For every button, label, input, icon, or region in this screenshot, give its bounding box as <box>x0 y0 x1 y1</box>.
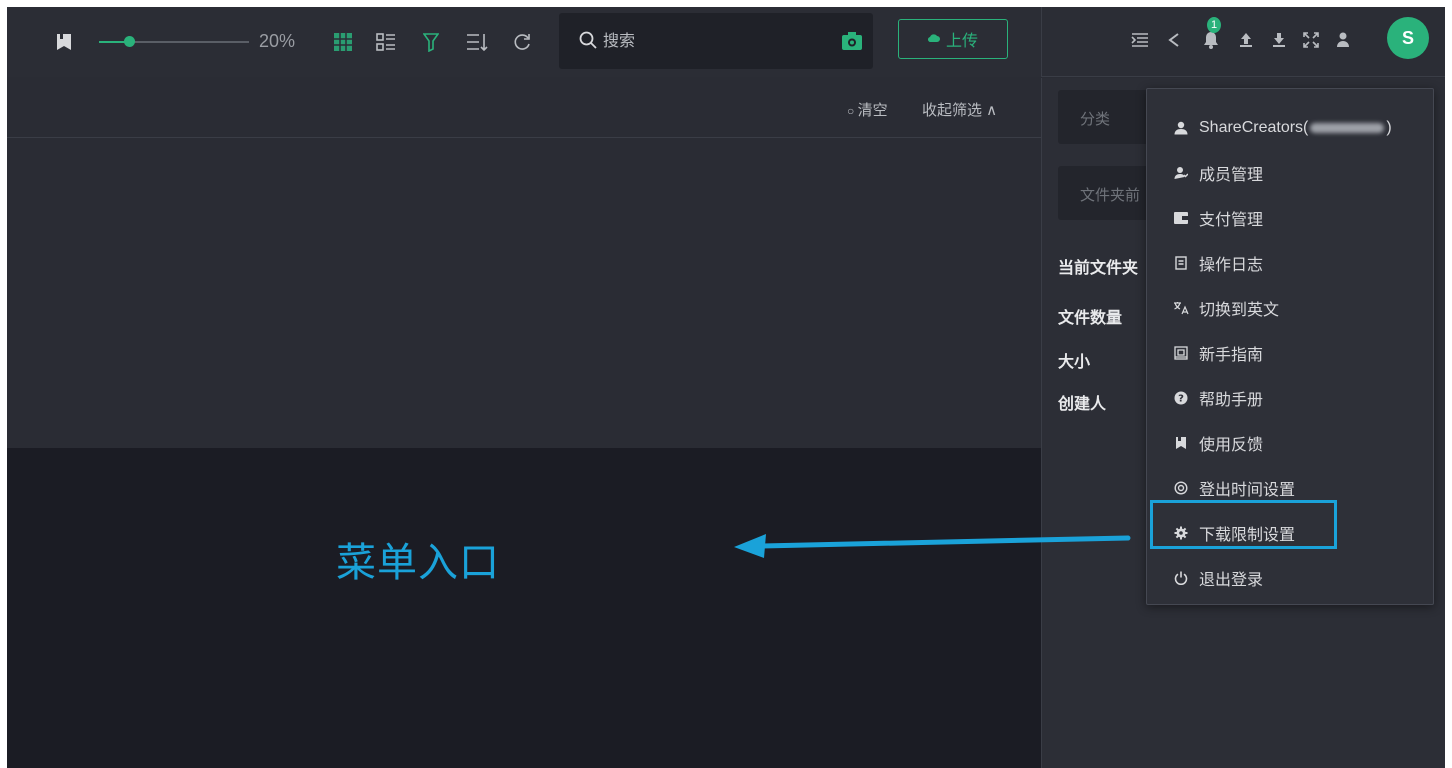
zoom-level-text: 20% <box>259 31 296 51</box>
menu-item-guide[interactable]: 新手指南 <box>1147 333 1433 373</box>
filter-bar: ○ 清空 收起筛选 ∧ <box>7 77 1041 138</box>
wallet-icon <box>1173 210 1189 226</box>
upload-label: 上传 <box>945 33 978 50</box>
upload-icon[interactable] <box>1234 27 1258 53</box>
log-icon <box>1173 255 1189 271</box>
user-dropdown-menu: ShareCreators() 成员管理 支付管理 操作日志 切换到英文 新手指… <box>1146 88 1434 605</box>
upload-button[interactable]: 上传 <box>898 19 1008 59</box>
search-input[interactable] <box>601 27 825 57</box>
folder-placeholder: 文件夹前 <box>1080 187 1141 204</box>
category-placeholder: 分类 <box>1080 111 1111 128</box>
current-folder-label: 当前文件夹 <box>1058 260 1139 277</box>
menu-item-label: 登出时间设置 <box>1199 482 1296 499</box>
menu-item-logout-time[interactable]: 登出时间设置 <box>1147 468 1433 508</box>
clear-filter-button[interactable]: ○ 清空 <box>847 99 888 120</box>
menu-item-logout[interactable]: 退出登录 <box>1147 558 1433 598</box>
file-list-area <box>7 448 1041 768</box>
menu-item-label: 成员管理 <box>1199 167 1264 184</box>
zoom-slider[interactable] <box>99 36 249 47</box>
search-box[interactable] <box>559 13 873 69</box>
menu-item-label: 操作日志 <box>1199 257 1264 274</box>
file-count-label: 文件数量 <box>1058 310 1123 327</box>
translate-icon <box>1173 300 1189 316</box>
menu-item-operation-log[interactable]: 操作日志 <box>1147 243 1433 283</box>
sort-icon[interactable] <box>465 29 489 55</box>
download-icon[interactable] <box>1267 27 1291 53</box>
menu-item-switch-language[interactable]: 切换到英文 <box>1147 288 1433 328</box>
filter-content-area <box>7 138 1041 448</box>
gear-icon <box>1173 525 1189 541</box>
menu-item-label: 支付管理 <box>1199 212 1264 229</box>
svg-text:?: ? <box>1178 394 1184 405</box>
menu-item-label: 使用反馈 <box>1199 437 1264 454</box>
account-name: ShareCreators() <box>1199 119 1392 136</box>
fullscreen-icon[interactable] <box>1299 27 1323 53</box>
creator-label: 创建人 <box>1058 396 1107 413</box>
size-label: 大小 <box>1058 354 1091 371</box>
help-icon: ? <box>1173 390 1189 406</box>
top-toolbar: 20% 上传 <box>7 7 1041 78</box>
redacted-username <box>1310 122 1385 133</box>
indent-list-icon[interactable] <box>1128 27 1152 53</box>
notification-badge: 1 <box>1207 17 1221 33</box>
bell-icon[interactable]: 1 <box>1199 17 1223 53</box>
annotation-text: 菜单入口 <box>336 541 500 585</box>
menu-item-help[interactable]: ? 帮助手册 <box>1147 378 1433 418</box>
clear-filter-label: 清空 <box>857 102 888 119</box>
bookmark-icon[interactable] <box>55 29 73 55</box>
members-icon <box>1173 165 1189 181</box>
guide-icon <box>1173 345 1189 361</box>
clear-icon: ○ <box>847 104 858 118</box>
menu-item-account[interactable]: ShareCreators() <box>1147 108 1433 148</box>
filter-icon[interactable] <box>421 29 441 55</box>
menu-item-download-limit[interactable]: 下载限制设置 <box>1147 513 1433 553</box>
timer-icon <box>1173 480 1189 496</box>
collapse-filter-button[interactable]: 收起筛选 ∧ <box>922 99 997 120</box>
menu-item-label: 下载限制设置 <box>1199 527 1296 544</box>
menu-item-label: 帮助手册 <box>1199 392 1264 409</box>
refresh-icon[interactable] <box>511 29 533 55</box>
menu-item-members[interactable]: 成员管理 <box>1147 153 1433 193</box>
user-switch-icon[interactable] <box>1331 27 1355 53</box>
camera-icon[interactable] <box>841 31 863 56</box>
right-header: 1 S <box>1041 7 1445 77</box>
menu-item-label: 切换到英文 <box>1199 302 1280 319</box>
share-icon[interactable] <box>1162 27 1186 53</box>
menu-item-label: 新手指南 <box>1199 347 1264 364</box>
feedback-icon <box>1173 435 1189 451</box>
menu-item-payment[interactable]: 支付管理 <box>1147 198 1433 238</box>
menu-item-label: 退出登录 <box>1199 572 1264 589</box>
user-icon <box>1173 120 1189 136</box>
user-avatar[interactable]: S <box>1387 17 1429 59</box>
menu-item-feedback[interactable]: 使用反馈 <box>1147 423 1433 463</box>
search-icon <box>579 31 597 54</box>
annotation-arrow <box>734 534 1131 558</box>
zoom-slider-handle[interactable] <box>124 36 135 47</box>
power-icon <box>1173 570 1189 586</box>
list-view-icon[interactable] <box>375 29 397 55</box>
cloud-upload-icon <box>927 30 940 48</box>
grid-view-icon[interactable] <box>332 29 354 55</box>
